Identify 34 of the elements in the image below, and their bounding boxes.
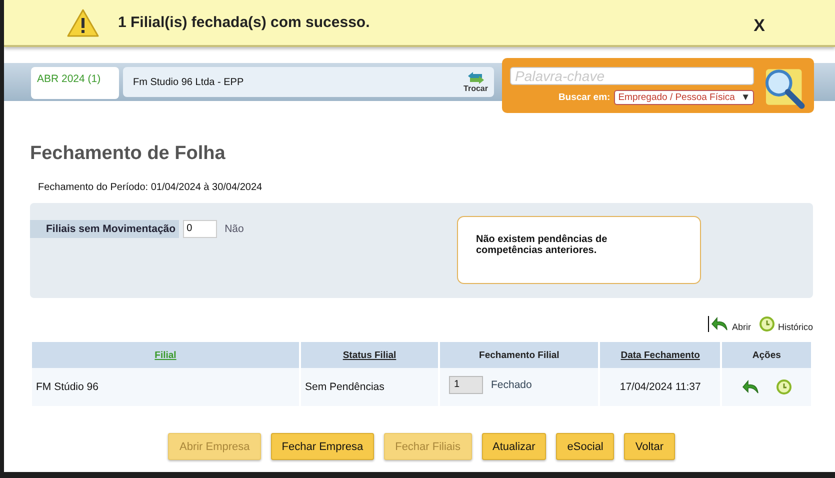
action-button[interactable]: Voltar — [624, 433, 675, 460]
column-header[interactable]: Status Filial — [301, 342, 438, 368]
company-name: Fm Studio 96 Ltda - EPP — [133, 76, 244, 88]
table-cell: 17/04/2024 11:37 — [600, 368, 720, 406]
closing-status: Fechado — [491, 379, 532, 391]
clock-icon[interactable] — [758, 316, 775, 332]
no-movement-answer: Não — [224, 223, 244, 235]
column-header[interactable]: Data Fechamento — [600, 342, 720, 368]
clock-icon[interactable] — [776, 379, 792, 395]
no-movement-label: Filiais sem Movimentação — [30, 220, 179, 238]
table-cell: FM Stúdio 96 — [32, 368, 299, 406]
column-header: Ações — [722, 342, 811, 368]
count-field: 1 — [449, 376, 483, 394]
close-button[interactable]: X — [754, 16, 765, 36]
success-message: 1 Filial(is) fechada(s) com sucesso. — [118, 14, 370, 31]
legend-label: Abrir — [732, 322, 751, 332]
notice-box: Não existem pendências de competências anteriores. — [457, 216, 701, 284]
undo-arrow-icon[interactable] — [742, 379, 760, 395]
search-scope-dropdown[interactable]: Empregado / Pessoa Física ▼ — [614, 90, 754, 105]
action-button[interactable]: Fechar Empresa — [270, 433, 374, 460]
period-tab[interactable]: ABR 2024 (1) — [31, 67, 119, 99]
search-scope-label: Buscar em: — [558, 92, 610, 103]
action-button[interactable]: eSocial — [556, 433, 614, 460]
column-header: Fechamento Filial — [440, 342, 598, 368]
page-title: Fechamento de Folha — [30, 143, 226, 165]
no-movement-field[interactable]: 0 — [182, 220, 217, 238]
period-text: Fechamento do Período: 01/04/2024 à 30/04/2024 — [38, 182, 264, 193]
undo-arrow-icon[interactable] — [710, 316, 729, 332]
swap-button[interactable]: Trocar — [464, 72, 488, 92]
action-button[interactable]: Atualizar — [482, 433, 546, 460]
warning-icon — [66, 8, 100, 38]
swap-arrows-icon — [466, 72, 486, 84]
legend-label: Histórico — [778, 322, 813, 332]
table-cell: Sem Pendências — [301, 368, 438, 406]
